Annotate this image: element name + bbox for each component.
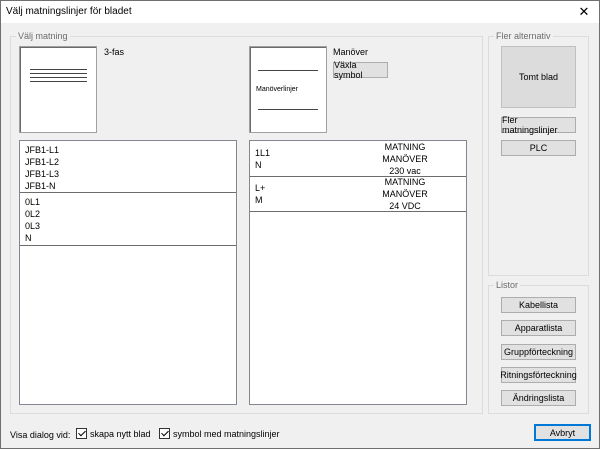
item-line: 0L2 [25, 209, 41, 219]
plc-button[interactable]: PLC [501, 140, 576, 156]
cancel-button[interactable]: Avbryt [534, 424, 591, 441]
item-left-line: M [255, 195, 263, 205]
preview-line [30, 81, 87, 82]
item-line: JFB1-N [25, 181, 56, 191]
item-center-line: MATNING [384, 177, 426, 187]
control-label: Manöver [333, 47, 369, 57]
left-feed-list[interactable]: JFB1-L1 JFB1-L2 JFB1-L3 JFB1-N 0L1 0L2 0… [19, 140, 237, 405]
item-center-line: 24 VDC [389, 201, 421, 211]
control-preview[interactable]: Manöverlinjer [249, 46, 327, 133]
change-list-button[interactable]: Ändringslista [501, 390, 576, 406]
symbol-checkbox-label: symbol med matningslinjer [173, 428, 280, 439]
preview-line [30, 73, 87, 74]
symbol-checkbox[interactable]: symbol med matningslinjer [159, 428, 280, 439]
item-center-line: MANÖVER [382, 189, 428, 199]
list-item[interactable]: JFB1-L1 JFB1-L2 JFB1-L3 JFB1-N [20, 141, 236, 193]
list-item[interactable]: 1L1 N MATNING MANÖVER 230 vac [250, 141, 466, 177]
checkbox-checked-icon[interactable] [76, 428, 87, 439]
group-index-button[interactable]: Gruppförteckning [501, 344, 576, 360]
item-left-line: L+ [255, 183, 266, 193]
list-item[interactable]: 0L1 0L2 0L3 N [20, 193, 236, 246]
device-list-button[interactable]: Apparatlista [501, 320, 576, 336]
preview-line [30, 77, 87, 78]
item-center-line: MATNING [384, 142, 426, 152]
switch-symbol-button[interactable]: Växla symbol [333, 60, 388, 80]
more-feed-lines-button[interactable]: Fler matningslinjer [501, 115, 576, 135]
more-options-label: Fler alternativ [494, 31, 553, 41]
new-sheet-checkbox-label: skapa nytt blad [90, 428, 151, 439]
item-left-line: 1L1 [255, 148, 271, 158]
drawing-index-button[interactable]: Ritningsförteckning [500, 367, 577, 383]
list-item[interactable]: L+ M MATNING MANÖVER 24 VDC [250, 177, 466, 212]
item-line: 0L3 [25, 221, 41, 231]
checkbox-checked-icon[interactable] [159, 428, 170, 439]
item-center-line: MANÖVER [382, 154, 428, 164]
item-line: N [25, 233, 32, 243]
dialog-window: Välj matningslinjer för bladet ✕ Välj ma… [0, 0, 600, 449]
feed-selection-label: Välj matning [16, 31, 70, 41]
title-bar: Välj matningslinjer för bladet ✕ [1, 1, 599, 23]
lists-label: Listor [494, 280, 521, 290]
item-line: JFB1-L2 [25, 157, 60, 167]
item-line: JFB1-L3 [25, 169, 60, 179]
preview-line [30, 69, 87, 70]
three-phase-label: 3-fas [104, 47, 125, 57]
control-lines-text: Manöverlinjer [256, 86, 299, 93]
item-left-line: N [255, 160, 262, 170]
show-dialog-label: Visa dialog vid: [10, 430, 71, 440]
right-feed-list[interactable]: 1L1 N MATNING MANÖVER 230 vac L+ M MATNI… [249, 140, 467, 405]
item-line: JFB1-L1 [25, 145, 60, 155]
three-phase-preview[interactable] [19, 46, 97, 133]
empty-sheet-button[interactable]: Tomt blad [501, 46, 576, 108]
window-title: Välj matningslinjer för bladet [6, 6, 132, 17]
new-sheet-checkbox[interactable]: skapa nytt blad [76, 428, 151, 439]
cable-list-button[interactable]: Kabellista [501, 297, 576, 313]
close-icon[interactable]: ✕ [569, 1, 599, 23]
preview-line [258, 109, 318, 110]
item-line: 0L1 [25, 197, 41, 207]
preview-line [258, 70, 318, 71]
